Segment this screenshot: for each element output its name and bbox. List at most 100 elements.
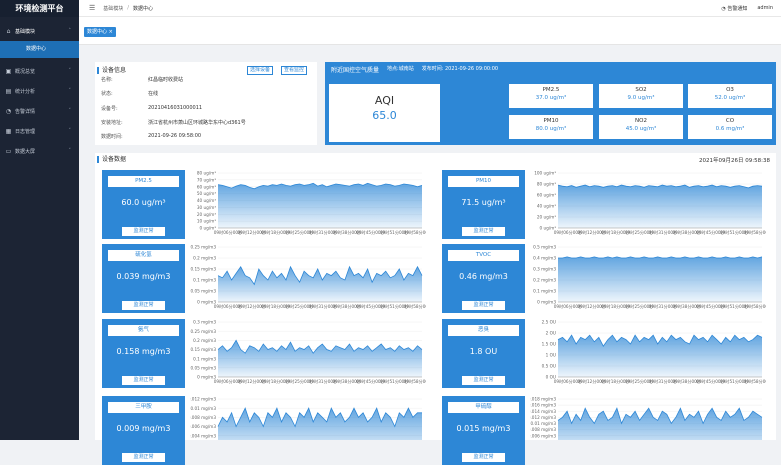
- chevron-up-icon: ˄: [68, 28, 72, 34]
- device-value: 在线: [148, 91, 159, 97]
- topbar: ☰ 基础模块 / 数据中心 ◔ 告警通知 admin: [79, 0, 781, 17]
- tab-data-center[interactable]: 数据中心 ×: [84, 27, 116, 37]
- home-icon: ▣: [5, 67, 12, 75]
- y-tick-label: 0.1 mg/m3: [193, 278, 216, 283]
- sensor-status: 监测正常: [122, 376, 165, 385]
- breadcrumb-1[interactable]: 基础模块: [103, 5, 123, 12]
- pollutant-pm10: PM10 80.0 ug/m³: [509, 115, 593, 139]
- chevron-down-icon: ˅: [68, 128, 72, 134]
- pollutant-name: PM10: [543, 118, 559, 124]
- close-icon[interactable]: ×: [109, 29, 113, 35]
- device-value: 2021-09-26 09:58:00: [148, 133, 202, 139]
- sidebar-item-overview[interactable]: ▣ 概况总览 ˅: [0, 61, 79, 81]
- y-tick-label: 0.014 mg/m3: [530, 409, 556, 414]
- device-key: 数据时间:: [101, 134, 123, 140]
- y-tick-label: 0.018 mg/m3: [530, 397, 556, 402]
- aqi-label: AQI: [374, 94, 395, 107]
- series-area: [558, 256, 762, 302]
- pollutant-name: NO2: [635, 118, 647, 124]
- air-quality-site: 地点:城南站: [387, 65, 414, 74]
- device-key: 名称:: [101, 77, 113, 83]
- pollutant-name: O3: [726, 87, 734, 93]
- y-tick-label: 20 ug/m³: [197, 212, 216, 217]
- y-tick-label: 0.2 mg/m3: [533, 278, 556, 283]
- chart-pm10: 0 ug/m³20 ug/m³40 ug/m³60 ug/m³80 ug/m³1…: [534, 171, 766, 236]
- sidebar-group-basic[interactable]: ⌂ 基础模块 ˄: [0, 21, 79, 41]
- pollutant-name: PM2.5: [542, 87, 560, 93]
- sensor-status: 监测正常: [122, 301, 165, 310]
- y-tick-label: 30 ug/m³: [197, 205, 216, 210]
- device-info-title: 设备信息: [97, 67, 126, 74]
- series-line: [558, 256, 763, 259]
- sensor-card: 甲硫醇 0.015 mg/m3 监测正常: [442, 396, 525, 465]
- y-tick-label: 0.5 mg/m3: [533, 245, 556, 250]
- chart-pm25: 0 ug/m³10 ug/m³20 ug/m³30 ug/m³40 ug/m³5…: [197, 171, 426, 236]
- sidebar-item-screen[interactable]: ▭ 数据大屏 ˅: [0, 141, 79, 161]
- x-tick-label: 09时58分00秒: [404, 378, 426, 385]
- sensor-value: 0.46 mg/m3: [459, 272, 508, 281]
- pollutant-co: CO 0.6 mg/m³: [688, 115, 772, 139]
- device-row-time: 数据时间: 2021-09-26 09:58:00: [101, 133, 201, 140]
- air-quality-header: 附近国控空气质量 地点:城南站 发布时间: 2021-09-26 09:00:0…: [331, 65, 498, 74]
- y-tick-label: 0.5 OU: [542, 364, 556, 369]
- x-tick-label: 09时58分00秒: [744, 229, 766, 236]
- sensor-status: 监测正常: [462, 227, 505, 236]
- tab-label: 数据中心: [87, 29, 108, 35]
- sensor-status: 监测正常: [462, 301, 505, 310]
- y-tick-label: 1 OU: [546, 353, 556, 358]
- sidebar: 环境检测平台 ⌂ 基础模块 ˄ 数据中心 ▣ 概况总览 ˅ ▤ 统计分析 ˅ ◔…: [0, 0, 79, 440]
- select-device-button[interactable]: 选择设备: [247, 66, 274, 75]
- view-monitor-button[interactable]: 查看监控: [281, 66, 308, 75]
- menu-toggle-icon[interactable]: ☰: [89, 4, 95, 12]
- series-area: [558, 335, 762, 377]
- chart-h2s: 0 mg/m30.05 mg/m30.1 mg/m30.15 mg/m30.2 …: [190, 245, 426, 310]
- y-tick-label: 0.25 mg/m3: [190, 245, 216, 250]
- sensor-status: 监测正常: [122, 227, 165, 236]
- sensor-card: 硫化氢 0.039 mg/m3 监测正常: [102, 244, 185, 313]
- y-tick-label: 0.25 mg/m3: [190, 329, 216, 334]
- chart-icon: ▤: [5, 87, 12, 95]
- time-value: 2021-09-26 09:00:00: [445, 66, 499, 72]
- x-tick-label: 09时58分00秒: [744, 303, 766, 310]
- sensor-card: 氨气 0.158 mg/m3 监测正常: [102, 319, 185, 388]
- air-quality-time: 发布时间: 2021-09-26 09:00:00: [422, 65, 498, 74]
- sidebar-item-logs[interactable]: ▦ 日志管理 ˅: [0, 121, 79, 141]
- sidebar-item-label: 日志管理: [15, 128, 36, 135]
- y-tick-label: 2 OU: [546, 331, 556, 336]
- pollutant-so2: SO2 9.0 ug/m³: [599, 84, 683, 108]
- sidebar-item-stats[interactable]: ▤ 统计分析 ˅: [0, 81, 79, 101]
- sensor-name: TVOC: [448, 250, 519, 261]
- doc-icon: ▦: [5, 127, 12, 135]
- sidebar-group-label: 基础模块: [15, 28, 36, 35]
- device-value: 红昌临时收费站: [148, 77, 184, 83]
- notify-button[interactable]: ◔ 告警通知: [721, 5, 747, 12]
- pollutant-name: SO2: [635, 87, 647, 93]
- device-info-card: 设备信息 选择设备 查看监控 名称: 红昌临时收费站 状态: 在线 设备号: 2021…: [95, 62, 317, 145]
- y-tick-label: 0.006 mg/m3: [530, 433, 556, 438]
- y-tick-label: 0.016 mg/m3: [530, 403, 556, 408]
- sensor-value: 0.015 mg/m3: [456, 424, 511, 433]
- sidebar-item-data-center[interactable]: 数据中心: [0, 41, 79, 58]
- y-tick-label: 0.01 mg/m3: [190, 406, 216, 411]
- site-value: 城南站: [398, 66, 414, 72]
- chevron-down-icon: ˅: [68, 68, 72, 74]
- home-icon: ⌂: [6, 27, 11, 35]
- breadcrumb-separator: /: [127, 5, 129, 11]
- sensor-name: 恶臭: [448, 325, 519, 336]
- x-tick-label: 09时58分00秒: [404, 303, 426, 310]
- y-tick-label: 0.2 mg/m3: [193, 338, 216, 343]
- notify-label: 告警通知: [727, 5, 748, 12]
- sensor-value: 60.0 ug/m³: [121, 198, 166, 207]
- y-tick-label: 0.008 mg/m3: [190, 415, 216, 420]
- y-tick-label: 60 ug/m³: [537, 193, 556, 198]
- device-row-name: 名称: 红昌临时收费站: [101, 76, 183, 83]
- y-tick-label: 40 ug/m³: [537, 204, 556, 209]
- aqi-box: AQI 65.0: [329, 84, 440, 142]
- chevron-down-icon: ˅: [68, 88, 72, 94]
- y-tick-label: 2.5 OU: [542, 320, 556, 325]
- user-name[interactable]: admin: [757, 5, 773, 11]
- series-area: [558, 185, 762, 228]
- sidebar-item-alarms[interactable]: ◔ 告警详情 ˅: [0, 101, 79, 121]
- y-tick-label: 0.3 mg/m3: [193, 320, 216, 325]
- sensor-name: 甲硫醇: [448, 402, 519, 413]
